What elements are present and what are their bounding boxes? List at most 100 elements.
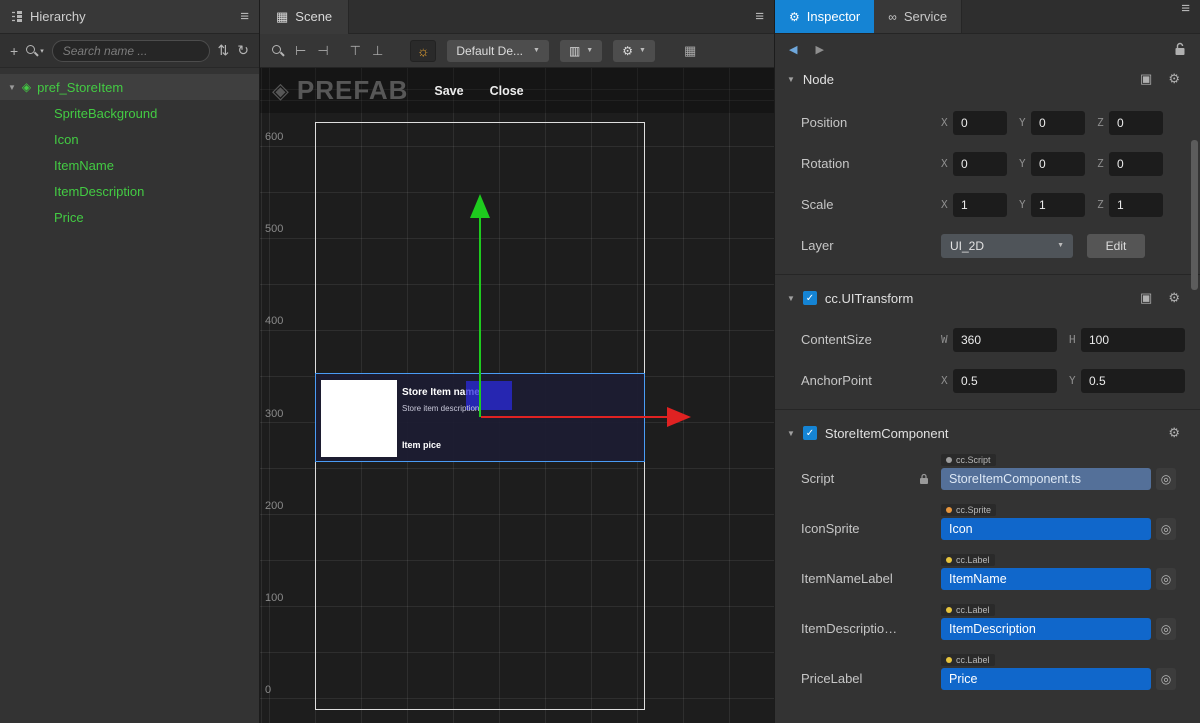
save-prefab-button[interactable]: Save xyxy=(434,84,463,98)
scale-row: Scale X 1 Y 1 Z 1 xyxy=(775,184,1200,225)
asset-picker-button[interactable]: ◎ xyxy=(1156,618,1176,640)
tab-inspector[interactable]: ⚙ Inspector xyxy=(775,0,874,33)
component-settings-icon[interactable]: ⚙ xyxy=(1168,425,1180,441)
asset-picker-button[interactable]: ◎ xyxy=(1156,468,1176,490)
price-property-label: PriceLabel xyxy=(801,671,941,686)
price-ref-field[interactable]: Price xyxy=(941,668,1151,690)
close-prefab-button[interactable]: Close xyxy=(490,84,524,98)
uitransform-enabled-checkbox[interactable]: ✓ xyxy=(803,291,817,305)
add-node-button[interactable]: + xyxy=(10,43,18,59)
node-settings-icon[interactable]: ⚙ xyxy=(1168,71,1180,87)
anchor-point-label: AnchorPoint xyxy=(801,373,941,388)
tab-scene[interactable]: ▦ Scene xyxy=(260,0,349,34)
grid-toggle-icon[interactable]: ▦ xyxy=(684,43,696,59)
uitransform-section-title: cc.UITransform xyxy=(825,291,913,306)
zoom-icon[interactable] xyxy=(272,45,284,57)
scene-settings-dropdown[interactable]: ⚙ ▼ xyxy=(613,40,655,62)
history-back-icon[interactable]: ◀ xyxy=(789,43,797,56)
tree-node-icon[interactable]: Icon xyxy=(0,126,259,152)
search-input[interactable] xyxy=(52,40,210,62)
gizmo-x-axis[interactable] xyxy=(481,416,669,418)
anchor-x-input[interactable]: 0.5 xyxy=(953,369,1057,393)
inspector-menu-icon[interactable]: ≡ xyxy=(1181,0,1190,33)
insert-left-icon[interactable]: ⊢ xyxy=(295,43,306,59)
layer-edit-button[interactable]: Edit xyxy=(1087,234,1145,258)
scale-y-input[interactable]: 1 xyxy=(1031,193,1085,217)
axis-x-label: X xyxy=(941,116,949,129)
chevron-down-icon: ▼ xyxy=(533,47,540,54)
axis-x-label: X xyxy=(941,374,949,387)
asset-picker-button[interactable]: ◎ xyxy=(1156,518,1176,540)
layer-row: Layer UI_2D ▼ Edit xyxy=(775,225,1200,266)
gizmo-y-axis[interactable] xyxy=(479,217,481,417)
uitransform-asset-icon[interactable]: ▣ xyxy=(1140,290,1152,306)
section-caret-icon[interactable]: ▼ xyxy=(787,75,795,84)
scene-viewport[interactable]: ◈ PREFAB Save Close 600 500 400 300 200 … xyxy=(260,68,774,723)
item-icon-sprite[interactable] xyxy=(321,380,397,457)
type-badge: cc.Sprite xyxy=(941,504,996,516)
tree-node-price[interactable]: Price xyxy=(0,204,259,230)
inspector-scrollbar[interactable] xyxy=(1191,140,1198,290)
hierarchy-tree: ▼ ◈ pref_StoreItem SpriteBackground Icon… xyxy=(0,68,259,230)
rotation-z-input[interactable]: 0 xyxy=(1109,152,1163,176)
tree-node-itemname[interactable]: ItemName xyxy=(0,152,259,178)
device-dropdown-value: Default De... xyxy=(456,44,523,58)
asset-picker-button[interactable]: ◎ xyxy=(1156,568,1176,590)
position-y-input[interactable]: 0 xyxy=(1031,111,1085,135)
position-x-input[interactable]: 0 xyxy=(953,111,1007,135)
refresh-icon[interactable]: ↻ xyxy=(237,42,249,59)
history-forward-icon[interactable]: ▶ xyxy=(815,43,823,56)
section-divider xyxy=(775,274,1200,275)
tree-node-label: ItemDescription xyxy=(54,184,144,199)
section-caret-icon[interactable]: ▼ xyxy=(787,294,795,303)
uitransform-settings-icon[interactable]: ⚙ xyxy=(1168,290,1180,306)
align-top-icon[interactable]: ⊤ xyxy=(350,43,361,59)
hierarchy-menu-icon[interactable]: ≡ xyxy=(240,8,249,25)
content-width-input[interactable]: 360 xyxy=(953,328,1057,352)
anchor-y-input[interactable]: 0.5 xyxy=(1081,369,1185,393)
layer-select[interactable]: UI_2D ▼ xyxy=(941,234,1073,258)
content-size-row: ContentSize W 360 H 100 xyxy=(775,319,1200,360)
hierarchy-title: Hierarchy xyxy=(30,9,86,24)
node-asset-icon[interactable]: ▣ xyxy=(1140,71,1152,87)
uitransform-section-header[interactable]: ▼ ✓ cc.UITransform ▣ ⚙ xyxy=(775,283,1200,313)
align-bottom-icon[interactable]: ⊥ xyxy=(372,43,383,59)
scene-panel: ▦ Scene ≡ ⊢ ⊣ ⊤ ⊥ ☼ Default De... ▼ ▥ ▼ xyxy=(260,0,775,723)
gizmo-toggle-button[interactable]: ☼ xyxy=(410,40,436,62)
gizmo-x-arrowhead-icon[interactable] xyxy=(667,407,691,427)
position-z-input[interactable]: 0 xyxy=(1109,111,1163,135)
section-caret-icon[interactable]: ▼ xyxy=(787,429,795,438)
tree-node-spritebackground[interactable]: SpriteBackground xyxy=(0,100,259,126)
content-height-input[interactable]: 100 xyxy=(1081,328,1185,352)
scale-x-input[interactable]: 1 xyxy=(953,193,1007,217)
rotation-y-input[interactable]: 0 xyxy=(1031,152,1085,176)
scale-z-input[interactable]: 1 xyxy=(1109,193,1163,217)
axis-y-label: Y xyxy=(1019,116,1027,129)
inspector-tab-icon: ⚙ xyxy=(789,10,800,24)
layout-dropdown[interactable]: ▥ ▼ xyxy=(560,40,602,62)
lock-icon[interactable] xyxy=(1174,42,1186,56)
uitransform-section-body: ContentSize W 360 H 100 AnchorPoint X 0.… xyxy=(775,313,1200,401)
component-enabled-checkbox[interactable]: ✓ xyxy=(803,426,817,440)
search-filter-button[interactable]: ▾ xyxy=(26,45,44,57)
axis-h-label: H xyxy=(1069,333,1077,346)
tree-node-itemdescription[interactable]: ItemDescription xyxy=(0,178,259,204)
rotation-x-input[interactable]: 0 xyxy=(953,152,1007,176)
icon-sprite-ref-field[interactable]: Icon xyxy=(941,518,1151,540)
scene-menu-icon[interactable]: ≡ xyxy=(755,8,764,25)
insert-right-icon[interactable]: ⊣ xyxy=(317,43,328,59)
component-section-header[interactable]: ▼ ✓ StoreItemComponent ⚙ xyxy=(775,418,1200,448)
asset-picker-button[interactable]: ◎ xyxy=(1156,668,1176,690)
node-section-header[interactable]: ▼ Node ▣ ⚙ xyxy=(775,64,1200,94)
expand-caret-icon[interactable]: ▼ xyxy=(8,83,16,92)
tab-service[interactable]: ∞ Service xyxy=(874,0,962,33)
prefab-icon: ◈ xyxy=(22,80,31,94)
tree-node-root[interactable]: ▼ ◈ pref_StoreItem xyxy=(0,74,259,100)
item-description-ref-field[interactable]: ItemDescription xyxy=(941,618,1151,640)
device-dropdown[interactable]: Default De... ▼ xyxy=(447,40,549,62)
script-asset-field[interactable]: StoreItemComponent.ts xyxy=(941,468,1151,490)
collapse-all-icon[interactable]: ⇅ xyxy=(218,42,230,59)
item-name-ref-field[interactable]: ItemName xyxy=(941,568,1151,590)
ruler-label: 400 xyxy=(265,315,283,327)
gizmo-y-arrowhead-icon[interactable] xyxy=(470,194,490,218)
